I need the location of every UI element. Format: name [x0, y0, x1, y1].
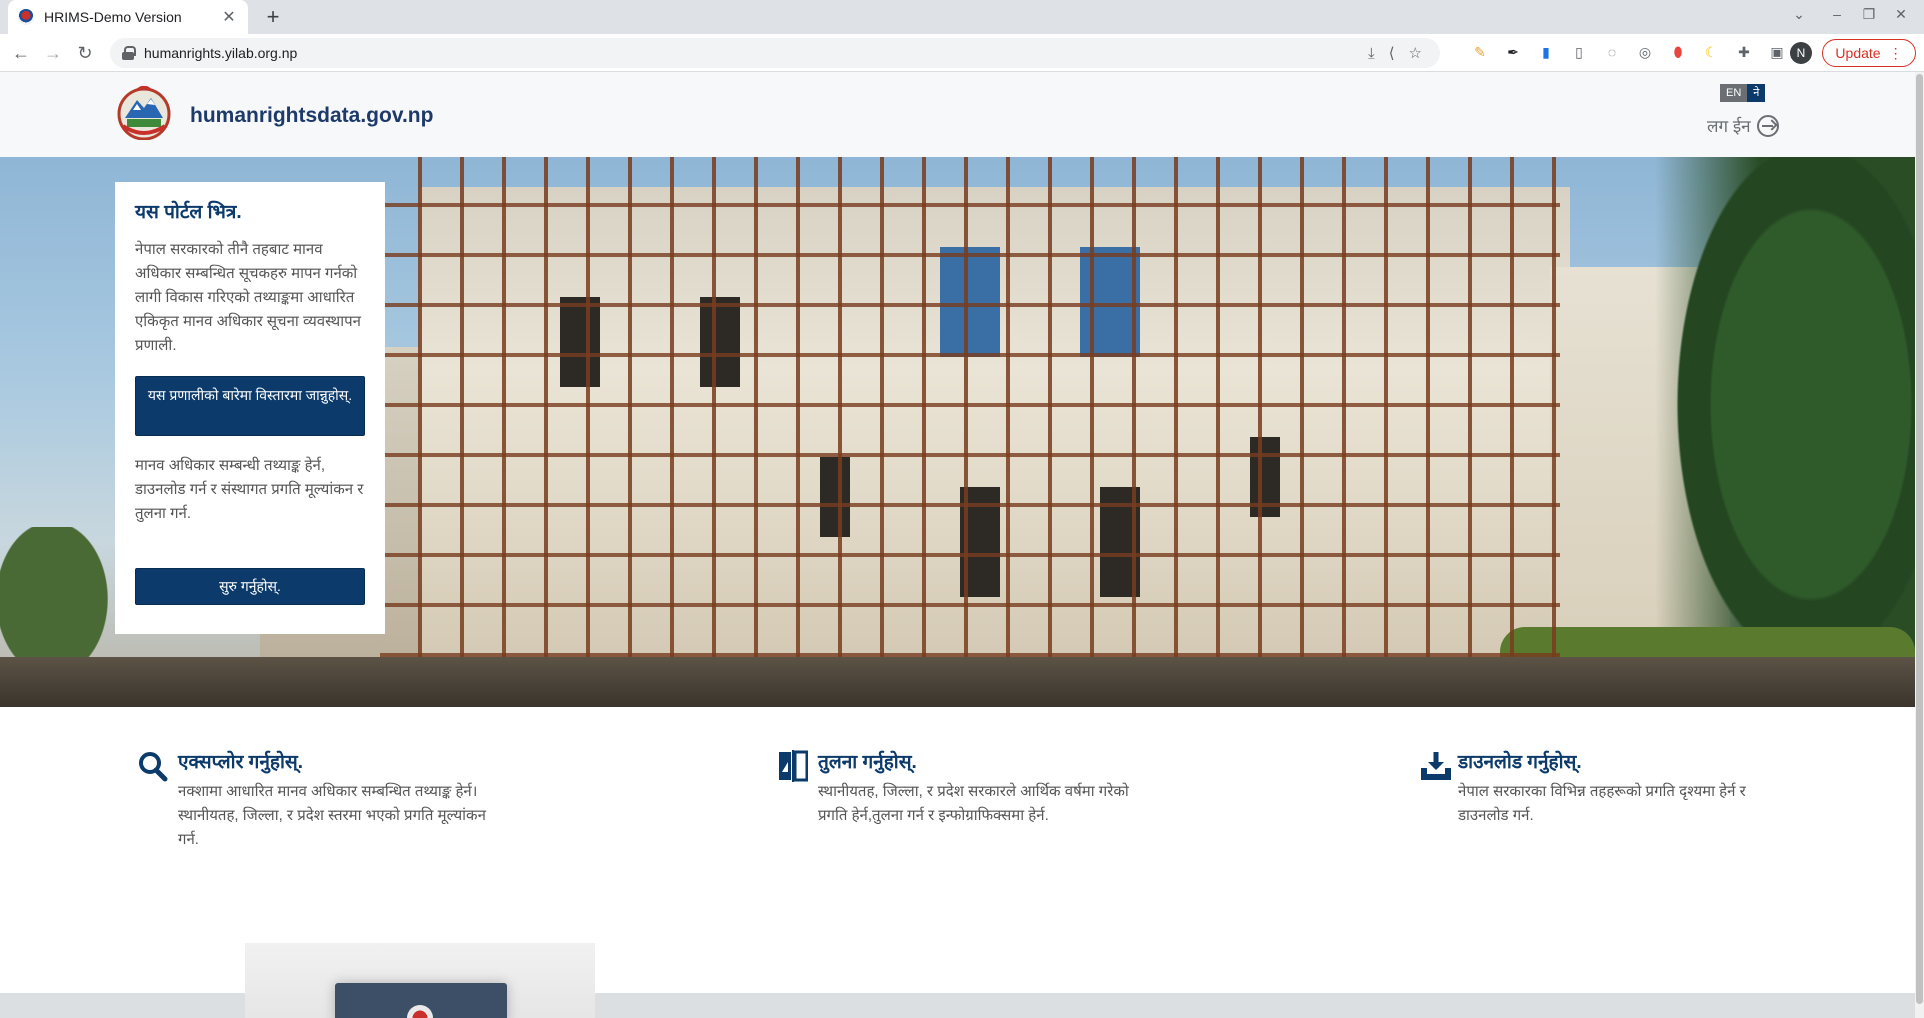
tab-title: HRIMS-Demo Version	[44, 9, 182, 25]
nepal-emblem-logo[interactable]	[115, 86, 173, 140]
more-menu-icon: ⋮	[1888, 44, 1903, 61]
download-icon	[1421, 752, 1451, 780]
lang-en-button[interactable]: EN	[1720, 84, 1748, 102]
install-app-icon[interactable]: ⤓	[1368, 45, 1375, 62]
forward-arrow-icon[interactable]: →	[40, 40, 66, 66]
extension-phone-icon[interactable]: ▯	[1569, 42, 1589, 62]
tab-search-chevron-down-icon[interactable]: ⌄	[1786, 6, 1812, 23]
extensions-puzzle-icon[interactable]: ✚	[1734, 42, 1754, 62]
login-arrow-icon	[1756, 114, 1779, 137]
back-arrow-icon[interactable]: ←	[8, 40, 34, 66]
extension-moon-icon[interactable]: ☾	[1701, 42, 1721, 62]
lang-ne-button[interactable]: ने	[1747, 84, 1766, 102]
new-tab-icon[interactable]: +	[260, 4, 286, 30]
page-scrollbar[interactable]	[1915, 72, 1924, 1018]
learn-more-button[interactable]: यस प्रणालीको बारेमा विस्तारमा जान्नुहोस्…	[135, 376, 365, 436]
reload-icon[interactable]: ↻	[72, 40, 98, 66]
feature-explore-title[interactable]: एक्सप्लोर गर्नुहोस्.	[178, 748, 518, 774]
update-label: Update	[1835, 45, 1881, 61]
close-window-icon[interactable]: ✕	[1888, 6, 1914, 23]
scrollbar-thumb[interactable]	[1916, 74, 1923, 1004]
feature-download: डाउनलोड गर्नुहोस्. नेपाल सरकारका विभिन्न…	[1418, 748, 1798, 828]
browser-tabstrip: HRIMS-Demo Version ✕ + ⌄ – ❐ ✕	[0, 0, 1924, 34]
feature-compare: तुलना गर्नुहोस्. स्थानीयतह, जिल्ला, र प्…	[778, 748, 1158, 828]
intro-card: यस पोर्टल भित्र. नेपाल सरकारको तीनै तहबा…	[115, 182, 385, 634]
feature-explore-text: नक्शामा आधारित मानव अधिकार सम्बन्धित तथ्…	[178, 783, 486, 848]
get-started-button[interactable]: सुरु गर्नुहोस्.	[135, 568, 365, 605]
extension-pencil-icon[interactable]: ✎	[1470, 42, 1490, 62]
report-preview-panel	[245, 943, 595, 1018]
language-toggle: EN ने	[1720, 84, 1766, 102]
site-favicon-icon	[18, 9, 34, 25]
feature-explore: एक्सप्लोर गर्नुहोस्. नक्शामा आधारित मानव…	[138, 748, 518, 852]
intro-heading: यस पोर्टल भित्र.	[135, 202, 242, 223]
url-text[interactable]: humanrights.yilab.org.np	[144, 45, 297, 61]
extension-circle-icon[interactable]: ◌	[1602, 42, 1622, 62]
bookmark-star-icon[interactable]: ☆	[1409, 44, 1422, 62]
extension-red-icon[interactable]: ⬮	[1668, 42, 1688, 62]
close-tab-icon[interactable]: ✕	[220, 7, 238, 27]
update-button[interactable]: Update ⋮	[1822, 39, 1916, 67]
site-name[interactable]: humanrightsdata.gov.np	[190, 104, 433, 128]
feature-compare-title[interactable]: तुलना गर्नुहोस्.	[818, 748, 1158, 774]
extensions-bar: ✎ ✒ ▮ ▯ ◌ ◎ ⬮ ☾ ✚ ▣	[1470, 42, 1787, 62]
report-book-image	[335, 983, 507, 1018]
compare-icon	[779, 750, 808, 782]
extension-ring-icon[interactable]: ◎	[1635, 42, 1655, 62]
book-emblem-icon	[407, 1005, 433, 1018]
minimize-icon[interactable]: –	[1824, 6, 1850, 22]
side-panel-icon[interactable]: ▣	[1767, 42, 1787, 62]
site-header: humanrightsdata.gov.np EN ने लग ईन	[0, 72, 1915, 157]
lock-icon[interactable]	[122, 46, 136, 60]
login-link[interactable]: लग ईन	[1707, 114, 1779, 137]
extension-blue-doc-icon[interactable]: ▮	[1536, 42, 1556, 62]
search-icon	[139, 752, 168, 782]
share-icon[interactable]: ⟨	[1389, 44, 1395, 62]
browser-toolbar: ← → ↻ humanrights.yilab.org.np ⤓ ⟨ ☆ ✎ ✒…	[0, 34, 1924, 72]
intro-description: नेपाल सरकारको तीनै तहबाट मानव अधिकार सम्…	[135, 241, 361, 354]
address-bar[interactable]: humanrights.yilab.org.np ⤓ ⟨ ☆	[110, 38, 1440, 68]
feature-download-title[interactable]: डाउनलोड गर्नुहोस्.	[1458, 748, 1798, 774]
login-label: लग ईन	[1707, 117, 1751, 136]
browser-tab[interactable]: HRIMS-Demo Version ✕	[8, 0, 248, 34]
profile-avatar[interactable]: N	[1790, 42, 1812, 64]
extension-eyedropper-icon[interactable]: ✒	[1503, 42, 1523, 62]
intro-secondary-text: मानव अधिकार सम्बन्धी तथ्याङ्क हेर्न, डाउ…	[135, 457, 364, 522]
feature-compare-text: स्थानीयतह, जिल्ला, र प्रदेश सरकारले आर्थ…	[818, 783, 1129, 824]
restore-icon[interactable]: ❐	[1856, 6, 1882, 23]
feature-download-text: नेपाल सरकारका विभिन्न तहहरूको प्रगति दृश…	[1458, 783, 1746, 824]
